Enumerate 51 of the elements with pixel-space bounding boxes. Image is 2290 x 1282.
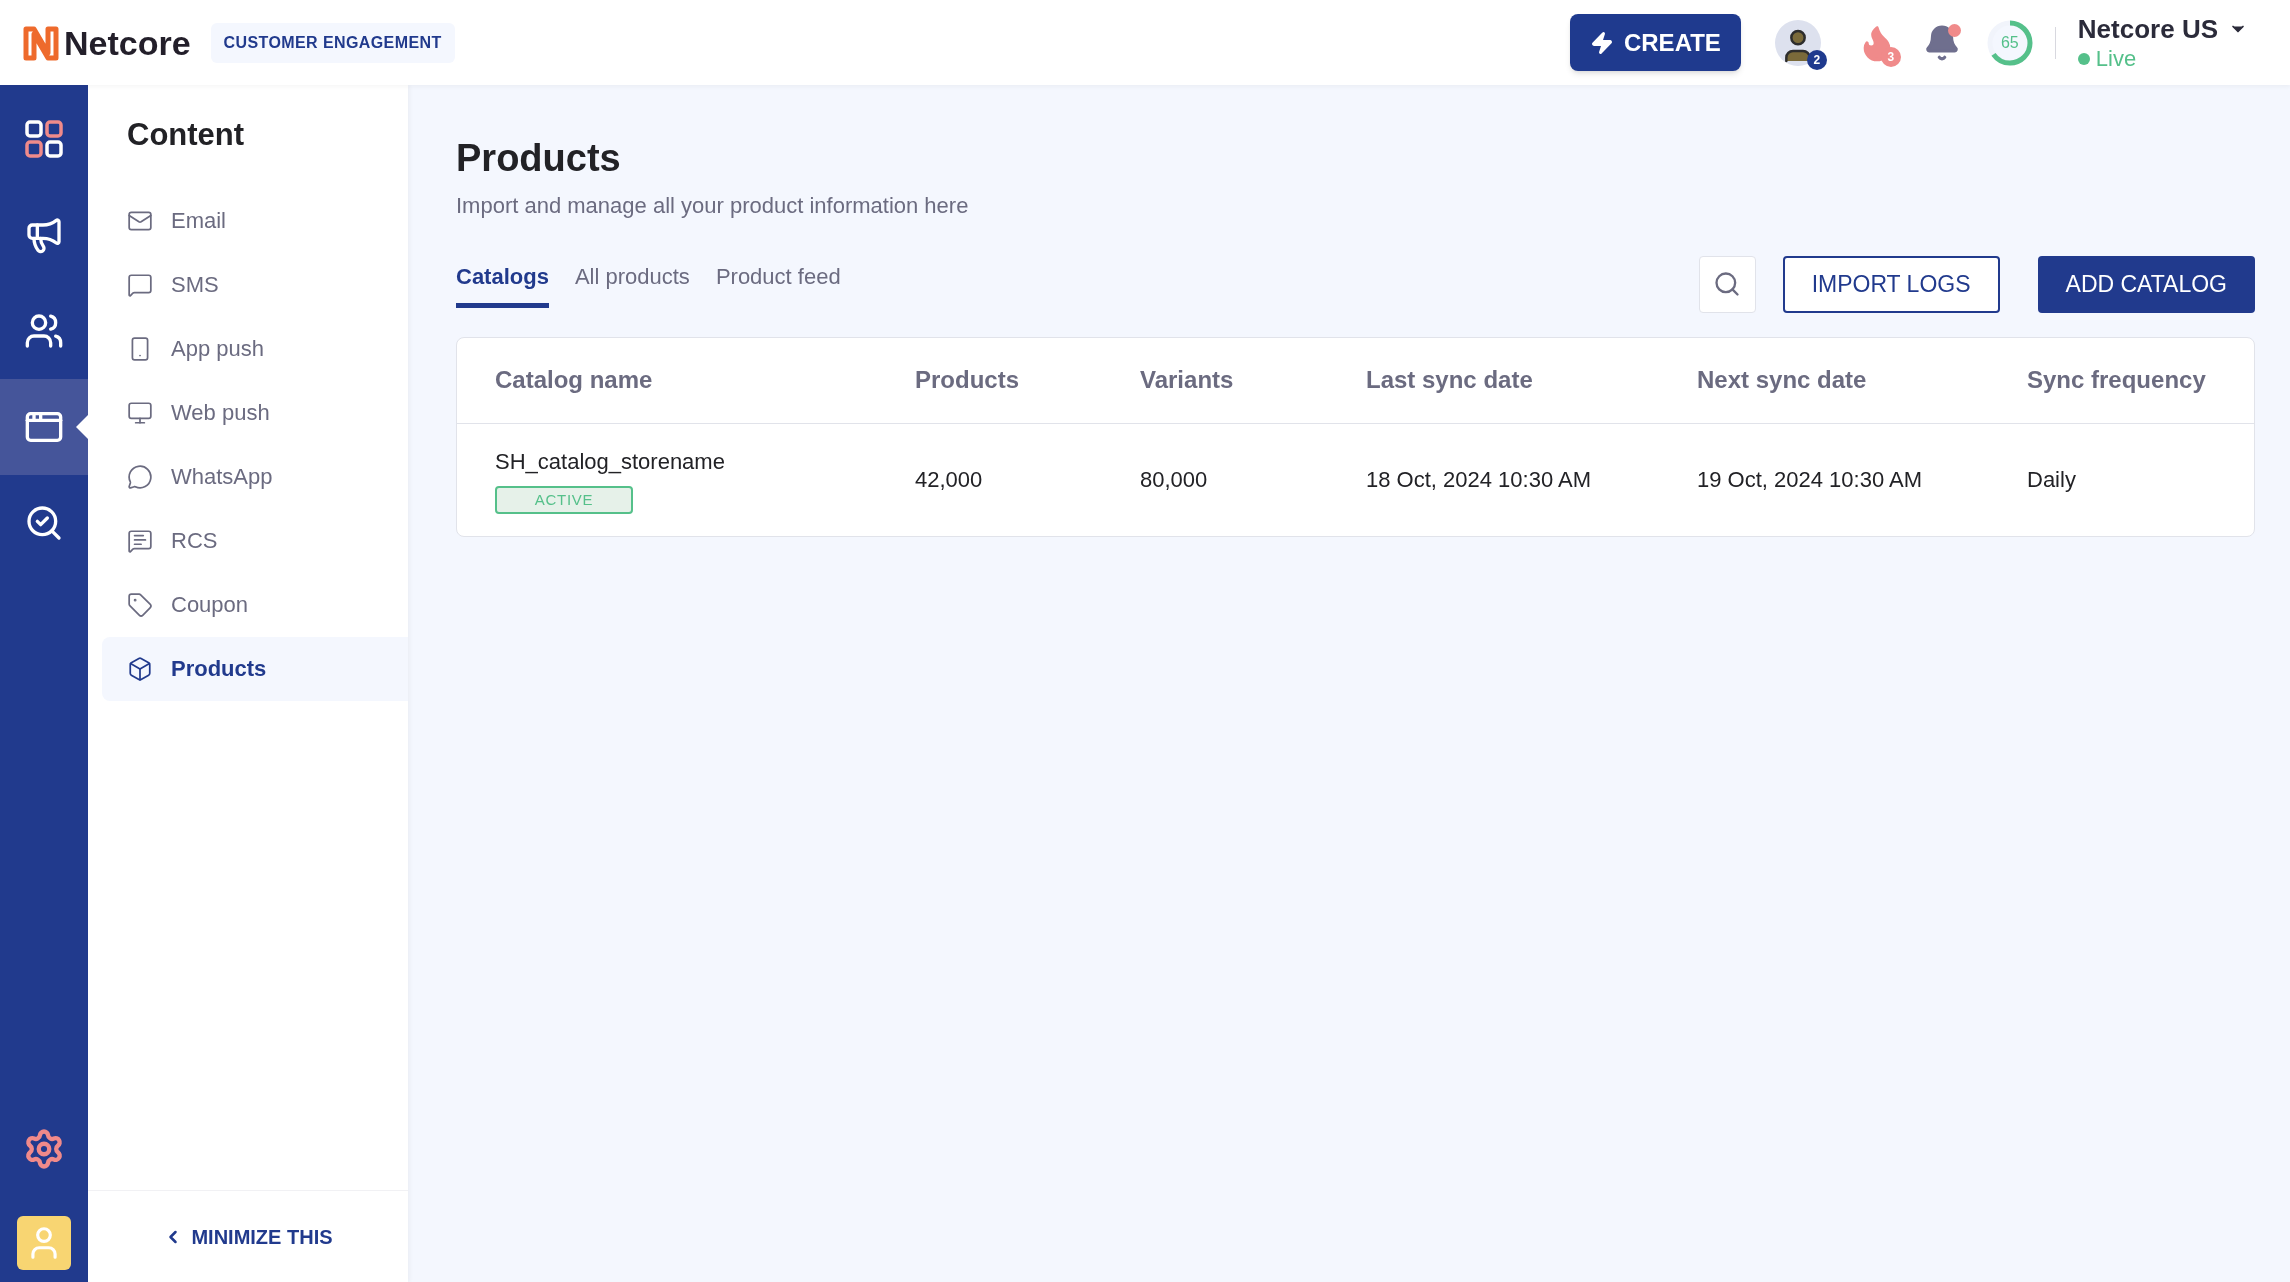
account-switcher[interactable]: Netcore US	[2077, 12, 2248, 45]
status-text: Live	[2095, 45, 2137, 73]
table-cell-text: 18 Oct, 2024 10:30 AM	[1366, 466, 1593, 494]
lightning-icon	[1589, 30, 1614, 55]
column-header: Last sync date	[1366, 365, 1534, 395]
chat-bubble-icon	[127, 271, 153, 298]
sidebar-item[interactable]: Products	[102, 636, 408, 701]
settings-icon[interactable]	[23, 1128, 65, 1170]
table-cell-text: 80,000	[1140, 466, 1209, 494]
megaphone-icon	[24, 215, 64, 255]
page-subtitle: Import and manage all your product information here	[456, 191, 970, 220]
table-cell-text: Daily	[2027, 466, 2077, 494]
column-header: Sync frequency	[2027, 365, 2207, 395]
sidebar-item[interactable]: Coupon	[102, 572, 408, 637]
product-badge: CUSTOMER ENGAGEMENT	[210, 22, 455, 63]
status-badge: ACTIVE	[495, 486, 633, 514]
logo-icon	[22, 24, 60, 61]
monitor-icon	[127, 399, 153, 426]
table-cell-text: SH_catalog_storename	[495, 448, 726, 476]
table-cell-text: 19 Oct, 2024 10:30 AM	[1697, 466, 1924, 494]
sidebar-title: Content	[126, 116, 246, 154]
import-logs-button[interactable]: IMPORT LOGS	[1782, 255, 2000, 313]
message-lines-icon	[127, 527, 153, 554]
magnifier-icon	[24, 503, 64, 543]
sidebar-item[interactable]: Web push	[102, 380, 408, 445]
tag-icon	[127, 591, 153, 618]
column-header: Next sync date	[1697, 365, 1868, 395]
create-button[interactable]: CREATE	[1569, 14, 1741, 71]
search-icon	[1713, 270, 1742, 298]
column-header: Variants	[1140, 365, 1235, 395]
score-ring	[1986, 19, 2033, 66]
column-header: Products	[915, 365, 1020, 395]
cube-icon	[127, 655, 153, 682]
sidebar-item[interactable]: SMS	[102, 252, 408, 317]
grid-icon	[24, 119, 64, 159]
logo-text: Netcore	[64, 25, 191, 60]
sidebar-item[interactable]: RCS	[102, 508, 408, 573]
minimize-button[interactable]: MINIMIZE THIS	[163, 1221, 333, 1252]
sidebar-item[interactable]: Email	[102, 188, 408, 253]
table-cell-text: 42,000	[915, 466, 984, 494]
sidebar-item[interactable]: App push	[102, 316, 408, 381]
search-button[interactable]	[1698, 255, 1756, 313]
tab[interactable]: All products	[574, 260, 690, 308]
tab[interactable]: Catalogs	[456, 260, 549, 308]
score-text: 65	[2000, 34, 2019, 51]
column-header: Catalog name	[495, 365, 654, 395]
add-catalog-button[interactable]: ADD CATALOG	[2037, 255, 2255, 313]
sidebar-item[interactable]: WhatsApp	[102, 444, 408, 509]
tab[interactable]: Product feed	[715, 260, 841, 308]
people-icon	[24, 311, 64, 351]
page-title: Products	[456, 136, 622, 181]
